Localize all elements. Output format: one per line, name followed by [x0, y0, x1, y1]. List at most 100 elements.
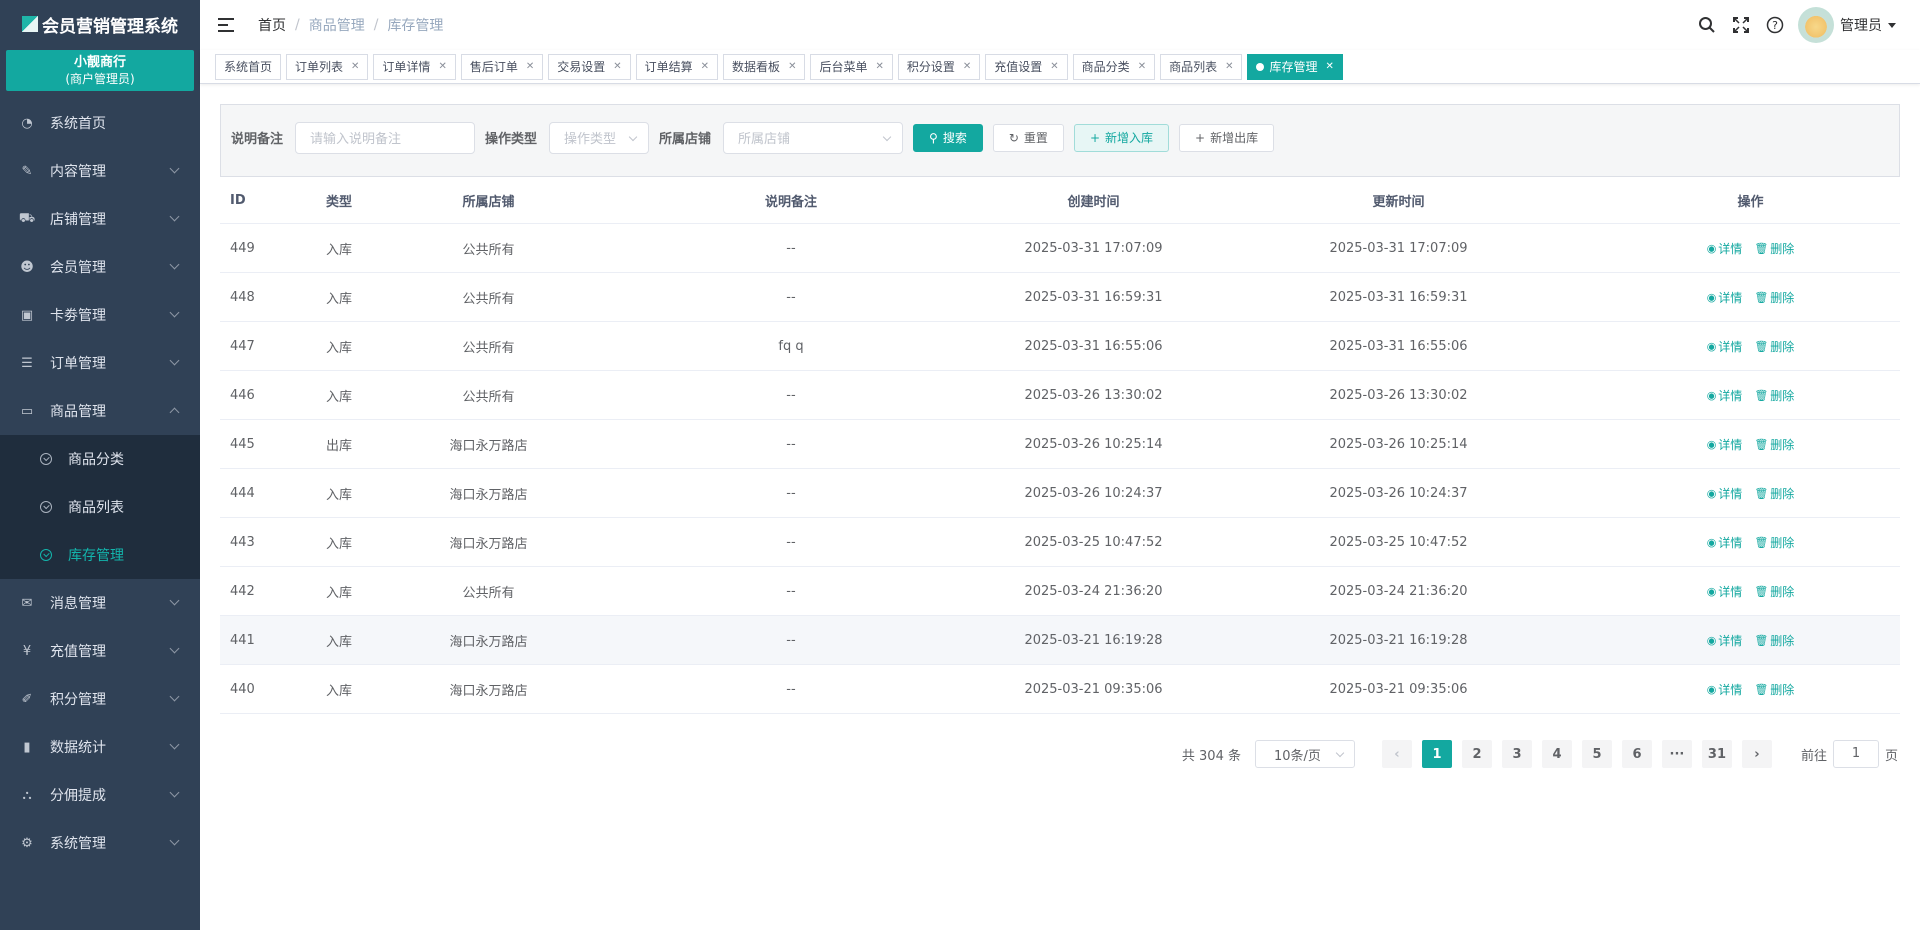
sidebar-item-content[interactable]: ✎ 内容管理	[0, 147, 200, 195]
sidebar-item-home[interactable]: ◔ 系统首页	[0, 99, 200, 147]
store-select[interactable]: 所属店铺	[723, 121, 904, 154]
sidebar-item-orders[interactable]: ☰ 订单管理	[0, 339, 200, 387]
tag-recharge-settings[interactable]: 充值设置 ✕	[985, 53, 1068, 80]
close-icon[interactable]: ✕	[438, 61, 446, 72]
plus-icon: +	[1089, 130, 1100, 145]
tag-inventory[interactable]: 库存管理 ✕	[1247, 53, 1343, 80]
detail-link[interactable]: ◉ 详情	[1707, 436, 1743, 453]
note-input[interactable]: 请输入说明备注	[295, 121, 476, 154]
chevron-down-icon	[169, 691, 180, 702]
delete-link[interactable]: 🗑 删除	[1754, 289, 1794, 306]
tag-aftersale[interactable]: 售后订单 ✕	[460, 53, 544, 80]
help-icon[interactable]: ?	[1764, 14, 1786, 36]
fullscreen-icon[interactable]	[1730, 14, 1752, 36]
tag-label: 售后订单	[469, 60, 518, 74]
close-icon[interactable]: ✕	[1326, 61, 1334, 72]
close-icon[interactable]: ✕	[613, 61, 621, 72]
close-icon[interactable]: ✕	[351, 61, 359, 72]
delete-link[interactable]: 🗑 删除	[1754, 338, 1794, 355]
tag-goods-list[interactable]: 商品列表 ✕	[1160, 53, 1243, 80]
close-icon[interactable]: ✕	[875, 61, 883, 72]
cell-created: 2025-03-26 10:25:14	[1024, 436, 1163, 452]
org-icon: ⛬	[22, 787, 32, 803]
tag-trade-settings[interactable]: 交易设置 ✕	[548, 53, 631, 80]
detail-link[interactable]: ◉ 详情	[1707, 534, 1743, 551]
close-icon[interactable]: ✕	[788, 61, 796, 72]
sidebar-item-goods[interactable]: ▭ 商品管理	[0, 387, 200, 435]
page-number[interactable]: 1	[1421, 740, 1452, 768]
delete-label: 删除	[1770, 241, 1795, 256]
delete-link[interactable]: 🗑 删除	[1754, 583, 1794, 600]
page-number[interactable]: 2	[1461, 740, 1492, 768]
tag-home[interactable]: 系统首页	[215, 53, 282, 80]
shop-info: 小靓商行 (商户管理员)	[6, 50, 194, 91]
sidebar-item-stats[interactable]: ▮ 数据统计	[0, 723, 200, 771]
detail-link[interactable]: ◉ 详情	[1707, 338, 1743, 355]
tag-dashboard[interactable]: 数据看板 ✕	[723, 53, 806, 80]
add-stock-in-button[interactable]: + 新增入库	[1073, 123, 1170, 152]
prev-page-button[interactable]: ‹	[1381, 740, 1412, 768]
sidebar-item-recharge[interactable]: ¥ 充值管理	[0, 627, 200, 675]
page-ellipsis[interactable]: ···	[1661, 740, 1692, 768]
sidebar-item-commission[interactable]: ⛬ 分佣提成	[0, 771, 200, 819]
sidebar-item-store[interactable]: ⛟ 店铺管理	[0, 195, 200, 243]
tag-order-list[interactable]: 订单列表 ✕	[286, 53, 369, 80]
close-icon[interactable]: ✕	[701, 61, 709, 72]
sidebar-item-points[interactable]: ✐ 积分管理	[0, 675, 200, 723]
detail-link[interactable]: ◉ 详情	[1707, 681, 1743, 698]
check-circle-icon	[40, 501, 52, 513]
page-number[interactable]: 3	[1501, 740, 1532, 768]
caret-down-icon[interactable]	[1888, 22, 1896, 28]
page-size-select[interactable]: 10条/页	[1254, 740, 1355, 768]
delete-link[interactable]: 🗑 删除	[1754, 681, 1794, 698]
delete-link[interactable]: 🗑 删除	[1754, 240, 1794, 257]
submenu-item-inventory[interactable]: 库存管理	[0, 531, 200, 579]
sidebar-item-system[interactable]: ⚙ 系统管理	[0, 819, 200, 867]
search-button[interactable]: ⚲ 搜索	[913, 123, 983, 152]
close-icon[interactable]: ✕	[963, 61, 971, 72]
trash-icon: 🗑	[1754, 535, 1769, 549]
page-number[interactable]: 5	[1581, 740, 1612, 768]
tag-admin-menu[interactable]: 后台菜单 ✕	[810, 53, 893, 80]
close-icon[interactable]: ✕	[526, 61, 534, 72]
delete-link[interactable]: 🗑 删除	[1754, 387, 1794, 404]
delete-link[interactable]: 🗑 删除	[1754, 436, 1794, 453]
next-page-button[interactable]: ›	[1741, 740, 1772, 768]
sidebar-item-coupons[interactable]: ▣ 卡劵管理	[0, 291, 200, 339]
table-header: ID 类型 所属店铺 说明备注 创建时间 更新时间 操作	[220, 177, 1900, 224]
close-icon[interactable]: ✕	[1225, 61, 1233, 72]
reset-button-label: 重置	[1023, 131, 1048, 145]
submenu-item-goods-list[interactable]: 商品列表	[0, 483, 200, 531]
close-icon[interactable]: ✕	[1050, 61, 1058, 72]
tag-points-settings[interactable]: 积分设置 ✕	[897, 53, 981, 80]
delete-link[interactable]: 🗑 删除	[1754, 632, 1794, 649]
submenu-item-categories[interactable]: 商品分类	[0, 435, 200, 483]
sidebar-item-messages[interactable]: ✉ 消息管理	[0, 579, 200, 627]
reset-button[interactable]: ↻ 重置	[992, 123, 1064, 152]
type-select[interactable]: 操作类型	[549, 121, 650, 154]
detail-link[interactable]: ◉ 详情	[1707, 583, 1743, 600]
tag-order-detail[interactable]: 订单详情 ✕	[373, 53, 456, 80]
page-number[interactable]: 31	[1701, 740, 1732, 768]
search-icon[interactable]	[1696, 14, 1718, 36]
detail-link[interactable]: ◉ 详情	[1707, 387, 1743, 404]
admin-name[interactable]: 管理员	[1840, 15, 1882, 35]
breadcrumb-home[interactable]: 首页	[258, 15, 286, 35]
avatar[interactable]	[1798, 7, 1834, 43]
detail-link[interactable]: ◉ 详情	[1707, 632, 1743, 649]
sidebar-item-members[interactable]: ☻ 会员管理	[0, 243, 200, 291]
delete-link[interactable]: 🗑 删除	[1754, 534, 1794, 551]
tag-goods-categories[interactable]: 商品分类 ✕	[1072, 53, 1156, 80]
page-number[interactable]: 6	[1621, 740, 1652, 768]
goto-page-input[interactable]: 1	[1832, 740, 1879, 768]
add-stock-out-button[interactable]: + 新增出库	[1179, 123, 1275, 152]
cell-actions: ◉ 详情 🗑 删除	[1601, 338, 1900, 355]
close-icon[interactable]: ✕	[1138, 61, 1146, 72]
delete-link[interactable]: 🗑 删除	[1754, 485, 1794, 502]
detail-link[interactable]: ◉ 详情	[1707, 289, 1743, 306]
detail-link[interactable]: ◉ 详情	[1707, 240, 1743, 257]
menu-toggle-icon[interactable]	[218, 18, 234, 32]
page-number[interactable]: 4	[1541, 740, 1572, 768]
tag-order-settlement[interactable]: 订单结算 ✕	[635, 53, 719, 80]
detail-link[interactable]: ◉ 详情	[1707, 485, 1743, 502]
